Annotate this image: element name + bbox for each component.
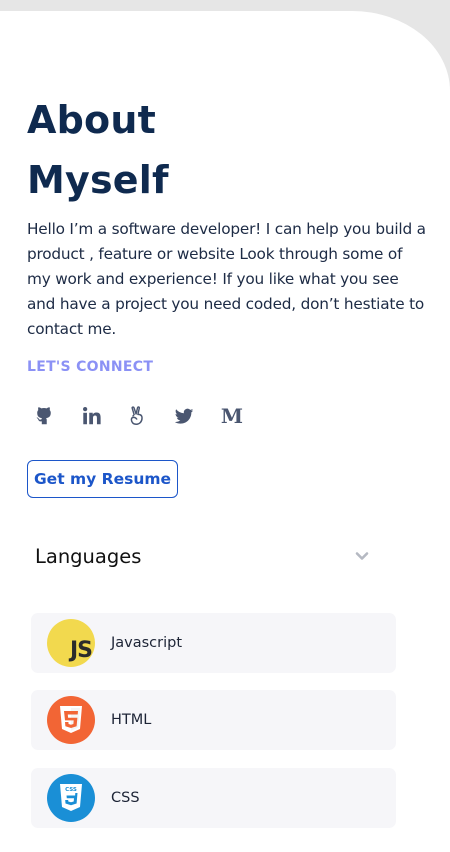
github-link[interactable] [32, 403, 58, 429]
linkedin-link[interactable] [79, 403, 105, 429]
twitter-icon [174, 408, 194, 424]
languages-accordion-header[interactable]: Languages [35, 540, 375, 572]
title-line-2: Myself [27, 158, 169, 202]
language-name: CSS [111, 790, 140, 806]
medium-link[interactable]: M [219, 403, 245, 429]
angellist-icon [130, 406, 143, 425]
angellist-link[interactable] [124, 403, 150, 429]
get-resume-button[interactable]: Get my Resume [27, 460, 178, 498]
connect-label: LET'S CONNECT [27, 359, 154, 375]
about-description: Hello I’m a software developer! I can he… [27, 220, 426, 338]
javascript-icon: JS [47, 619, 95, 667]
page-title: About Myself [27, 90, 169, 210]
twitter-link[interactable] [171, 403, 197, 429]
html5-icon: 5 [47, 696, 95, 744]
languages-heading: Languages [35, 544, 142, 568]
language-name: Javascript [111, 635, 183, 651]
github-icon [36, 407, 51, 425]
chevron-down-icon [355, 552, 369, 560]
language-item-html[interactable]: 5 HTML [31, 690, 396, 750]
linkedin-icon [83, 407, 101, 425]
medium-icon: M [220, 404, 244, 428]
css3-icon: CSS [47, 774, 95, 822]
language-item-css[interactable]: CSS CSS [31, 768, 396, 828]
svg-text:CSS: CSS [65, 787, 77, 793]
title-line-1: About [27, 98, 156, 142]
language-name: HTML [111, 712, 152, 728]
language-item-javascript[interactable]: JS Javascript [31, 613, 396, 673]
